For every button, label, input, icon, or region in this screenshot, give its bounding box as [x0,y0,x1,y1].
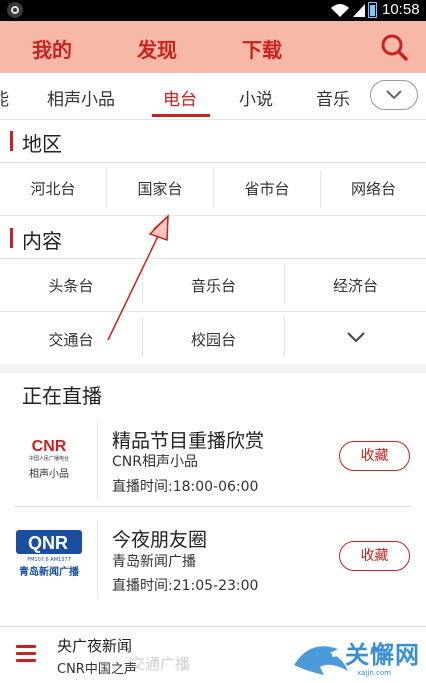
station-name: 青岛新闻广播 [112,554,196,570]
scrolling-ghost-text: 交通广播 [130,655,191,673]
live-now-title: 正在直播 [22,384,102,408]
qingdao-news-logo: QNR FM107.6 AM1377 青岛新闻广播 [14,524,84,584]
logo-text: QNR [28,533,68,553]
program-name: 今夜朋友圈 [112,529,208,551]
tabs-fade [352,73,370,118]
live-item[interactable]: CNR 中国人民广播电台 相声小品 精品节目重播欣赏 CNR相声小品 直播时间:… [0,414,426,512]
watermark-text: 关懈网 [345,641,420,669]
favorite-button[interactable]: 收藏 [339,541,410,571]
divider [14,506,412,507]
broadcast-time: 直播时间:18:00-06:00 [112,479,259,495]
logo-caption: 青岛新闻广播 [19,565,80,578]
active-tab-indicator [152,114,210,117]
category-tab-novel[interactable]: 小说 [239,85,273,110]
more-categories-button[interactable] [370,80,418,110]
station-name: CNR相声小品 [112,454,198,470]
player-subtitle: CNR中国之声 [57,662,137,677]
category-tab-comedy[interactable]: 相声小品 [47,85,115,110]
section-marker [10,228,13,248]
signal-icon [353,4,365,17]
category-tab-radio[interactable]: 电台 [163,85,197,110]
mini-player[interactable]: 交通广播 央广夜新闻 CNR中国之声 关懈网 xajjn.com [0,626,426,683]
section-gap [0,364,426,373]
content-title: 内容 [22,229,62,253]
category-tab-music[interactable]: 音乐 [316,85,350,110]
cnr-comedy-logo: CNR 中国人民广播电台 相声小品 [14,424,84,484]
program-name: 精品节目重播欣赏 [112,430,265,452]
menu-icon[interactable] [16,645,38,663]
section-marker [10,131,13,151]
region-provincial[interactable]: 省市台 [214,178,320,199]
region-network[interactable]: 网络台 [321,178,426,199]
region-title: 地区 [22,132,62,156]
divider [97,520,98,598]
region-hebei[interactable]: 河北台 [0,178,106,199]
top-app-bar: 我的 发现 下载 [0,21,426,74]
content-campus[interactable]: 校园台 [143,329,284,350]
content-traffic[interactable]: 交通台 [0,329,142,350]
divider [97,422,98,500]
favorite-button[interactable]: 收藏 [339,441,410,471]
divider [0,311,426,312]
chevron-down-icon [347,332,365,343]
content-header: 内容 [0,216,426,260]
app-notification-icon [7,2,23,18]
tab-discover[interactable]: 发现 [137,34,177,63]
chevron-down-icon [386,90,402,100]
category-tabs: 能 相声小品 电台 小说 音乐 [0,73,426,120]
expand-content-button[interactable] [285,322,426,356]
content-music[interactable]: 音乐台 [143,275,284,296]
logo-subtext: FM107.6 AM1377 [27,557,71,563]
search-icon[interactable] [380,33,408,61]
divider [0,258,426,259]
logo-subtext: 中国人民广播电台 [29,455,69,462]
content-headline[interactable]: 头条台 [0,275,142,296]
logo-text: CNR [32,438,67,455]
broadcast-time: 直播时间:21:05-23:00 [112,578,259,594]
status-time: 10:58 [382,1,420,18]
region-national[interactable]: 国家台 [107,178,213,199]
category-tab-partial[interactable]: 能 [0,85,9,110]
watermark-subtext: xajjn.com [357,669,391,677]
logo-caption: 相声小品 [29,467,69,480]
tab-download[interactable]: 下载 [242,34,282,63]
content-economy[interactable]: 经济台 [285,275,426,296]
status-bar: 10:58 [0,0,426,21]
live-item[interactable]: QNR FM107.6 AM1377 青岛新闻广播 今夜朋友圈 青岛新闻广播 直… [0,512,426,610]
wifi-icon [331,4,349,17]
player-title: 央广夜新闻 [57,637,133,655]
battery-icon [368,2,377,18]
region-header: 地区 [0,119,426,163]
tab-mine[interactable]: 我的 [32,34,72,63]
divider [0,162,426,163]
